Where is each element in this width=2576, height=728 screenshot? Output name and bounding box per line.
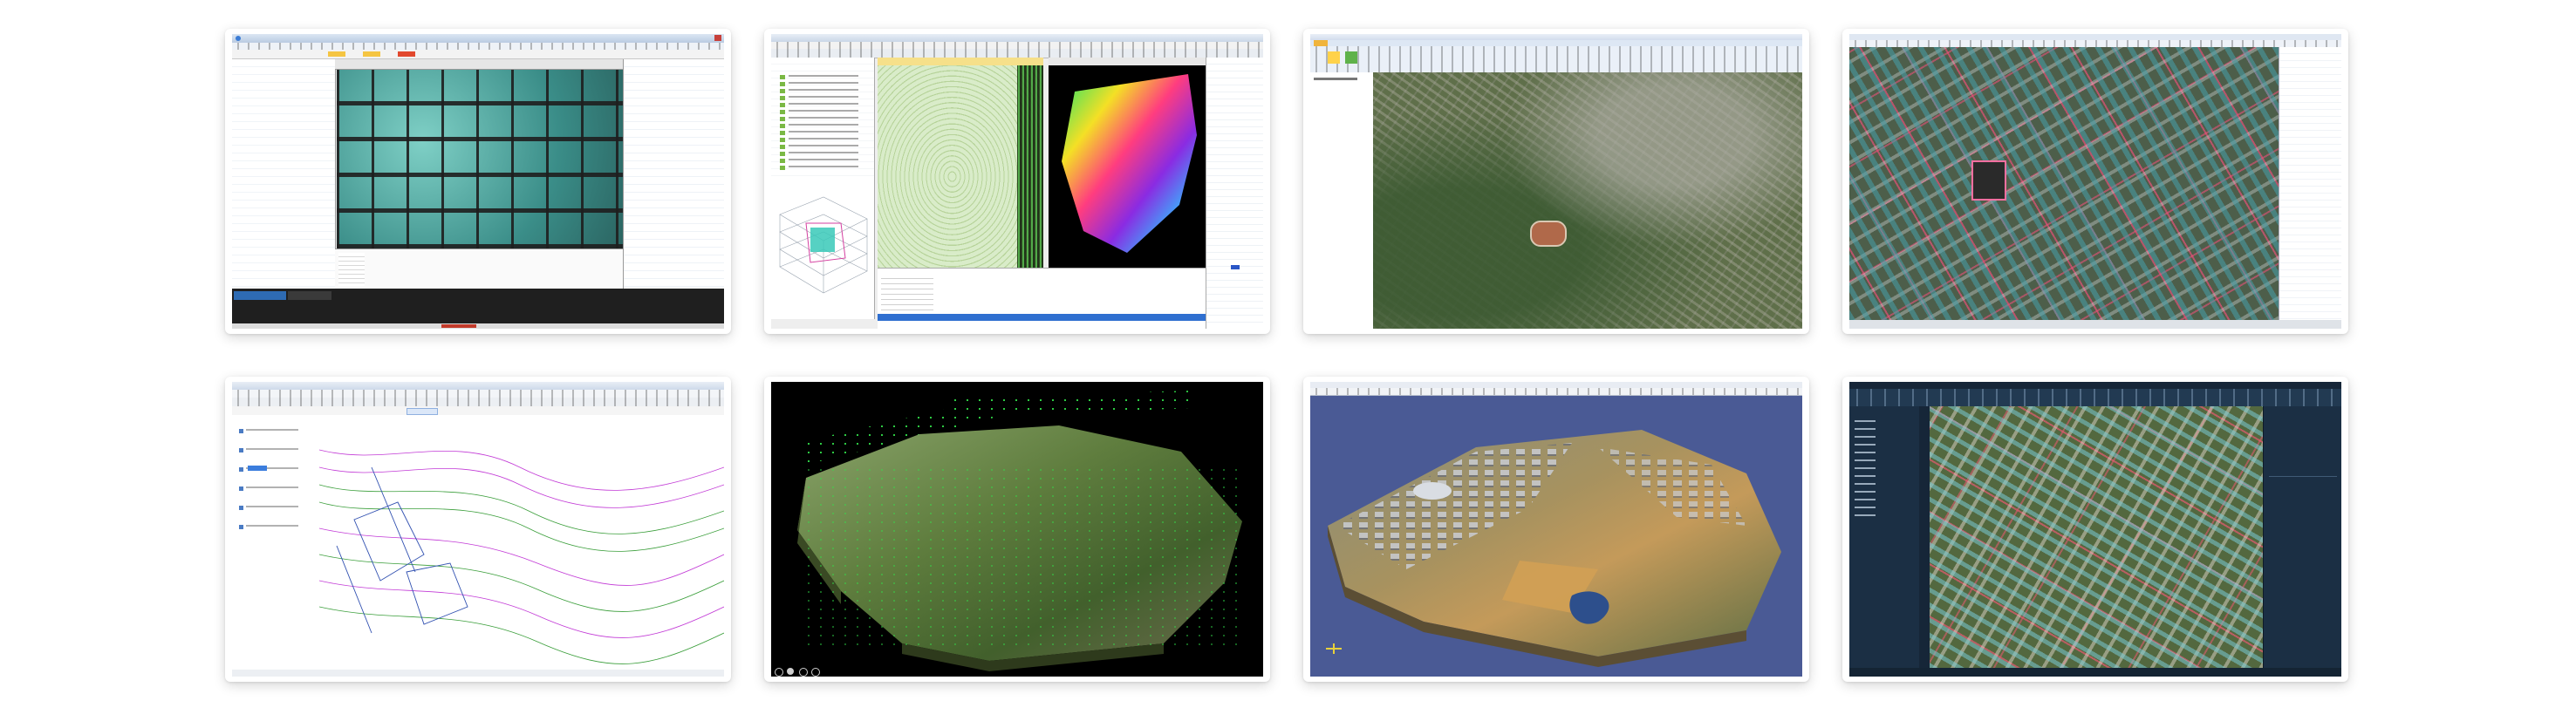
close-icon[interactable] [714, 35, 721, 41]
screenshot-card-dark-editor[interactable] [1842, 377, 2348, 682]
ribbon-tab-highlight[interactable] [328, 51, 345, 57]
contour-lines [318, 449, 724, 664]
import-icon[interactable] [1345, 51, 1357, 64]
status-bar [232, 323, 724, 329]
zoom-control-icon[interactable] [787, 668, 794, 675]
output-log [878, 268, 1206, 329]
contour-view[interactable] [878, 65, 1043, 268]
log-panel [335, 248, 623, 289]
toolbar[interactable] [232, 50, 724, 59]
screenshot-card-building-overlay[interactable] [1842, 29, 2348, 334]
layer-panel[interactable] [1310, 72, 1374, 329]
3d-city-model-screenshot [1310, 382, 1802, 677]
screenshot-gallery [0, 0, 2576, 728]
screenshot-card-aerial-imagery[interactable] [1303, 29, 1809, 334]
ribbon-tabs[interactable] [1310, 40, 1802, 46]
screenshot-card-contour-editor[interactable] [225, 377, 731, 682]
relief-map [1062, 74, 1197, 253]
vector-map-view[interactable] [1849, 47, 2279, 320]
screenshot-card-city-model[interactable] [1303, 377, 1809, 682]
ribbon-tab-active[interactable] [398, 51, 415, 57]
title-bar [1849, 382, 2341, 389]
overview-panel [771, 180, 875, 319]
progress-bar [878, 314, 1206, 321]
open-icon[interactable] [1328, 51, 1340, 64]
screenshot-card-image-mosaic[interactable] [225, 29, 731, 334]
splitter[interactable] [1919, 406, 1930, 668]
ribbon-toolbar[interactable] [1310, 46, 1802, 73]
layer-icons [239, 429, 243, 542]
file-list-table[interactable] [232, 59, 336, 289]
rotate-control-icon[interactable] [799, 668, 808, 677]
layer-selector[interactable] [407, 408, 438, 415]
highlighted-building [1971, 160, 2006, 201]
stadium-roof [1413, 482, 1452, 500]
building-vector-overlay-screenshot [1849, 34, 2341, 329]
status-bar [1849, 320, 2341, 329]
aerial-map-view[interactable] [1373, 72, 1802, 329]
contour-map-view[interactable] [318, 415, 724, 670]
view-toolbar[interactable] [335, 59, 623, 70]
3d-point-cloud-terrain-screenshot [771, 382, 1263, 677]
contour-map-editor-screenshot [232, 382, 724, 677]
title-bar [1849, 34, 2341, 40]
shaded-relief-view[interactable] [1049, 65, 1206, 268]
bottom-dock [232, 289, 724, 323]
dock-tab-2[interactable] [288, 291, 331, 300]
file-tab[interactable] [1314, 40, 1328, 46]
properties-panel[interactable] [623, 59, 724, 289]
city-3d-view[interactable] [1310, 395, 1802, 677]
overview-wireframe [779, 196, 868, 294]
panel-divider [2269, 476, 2337, 477]
title-bar [771, 34, 1263, 42]
layer-labels [789, 75, 858, 171]
compass-icon[interactable] [1326, 643, 1342, 654]
menu-bar[interactable] [232, 390, 724, 398]
dark-theme-map-editor-screenshot [1849, 382, 2341, 677]
log-lines [338, 253, 365, 286]
sports-track [1530, 221, 1567, 247]
projected-points [806, 469, 1242, 652]
layer-checkboxes[interactable] [780, 75, 785, 171]
menu-bar[interactable] [771, 42, 1263, 49]
menu-bar[interactable] [232, 43, 724, 50]
screenshot-card-point-cloud[interactable] [764, 377, 1270, 682]
nav-control-icon[interactable] [775, 668, 783, 677]
layer-names [246, 429, 298, 542]
mosaic-tile-grid[interactable] [337, 70, 623, 248]
image-mosaic-software-screenshot [232, 34, 724, 329]
ribbon-tab-highlight-2[interactable] [363, 51, 380, 57]
selected-layer[interactable] [248, 466, 267, 471]
layer-tree[interactable] [232, 415, 320, 670]
properties-panel[interactable] [2263, 406, 2341, 668]
color-swatch [1231, 265, 1240, 269]
reset-control-icon[interactable] [811, 668, 820, 677]
layer-panel[interactable] [1849, 406, 1920, 668]
terrain-processing-software-screenshot [771, 34, 1263, 329]
status-bar [232, 670, 724, 677]
title-bar [1310, 34, 1802, 40]
layer-names [1855, 420, 1876, 516]
status-bar [1849, 668, 2341, 677]
point-strip [1017, 65, 1043, 268]
aerial-imagery-viewer-screenshot [1310, 34, 1802, 329]
layer-entry[interactable] [1314, 78, 1357, 80]
tab-right-view[interactable] [1049, 58, 1206, 65]
dock-tab[interactable] [234, 291, 286, 300]
attribute-panel[interactable] [2279, 47, 2341, 320]
attribute-panel[interactable] [1206, 58, 1263, 329]
title-bar [1310, 382, 1802, 388]
toolbar[interactable] [232, 398, 724, 406]
title-bar [232, 34, 724, 43]
log-lines [881, 274, 933, 317]
title-bar [232, 382, 724, 390]
project-tree[interactable] [771, 58, 875, 180]
screenshot-card-terrain-processing[interactable] [764, 29, 1270, 334]
terrain-3d-view[interactable] [771, 382, 1263, 677]
status-indicator [441, 324, 476, 328]
toolbar[interactable] [1849, 389, 2341, 407]
map-view[interactable] [1930, 406, 2263, 668]
tab-left-view[interactable] [878, 58, 1043, 65]
app-icon [236, 36, 241, 41]
